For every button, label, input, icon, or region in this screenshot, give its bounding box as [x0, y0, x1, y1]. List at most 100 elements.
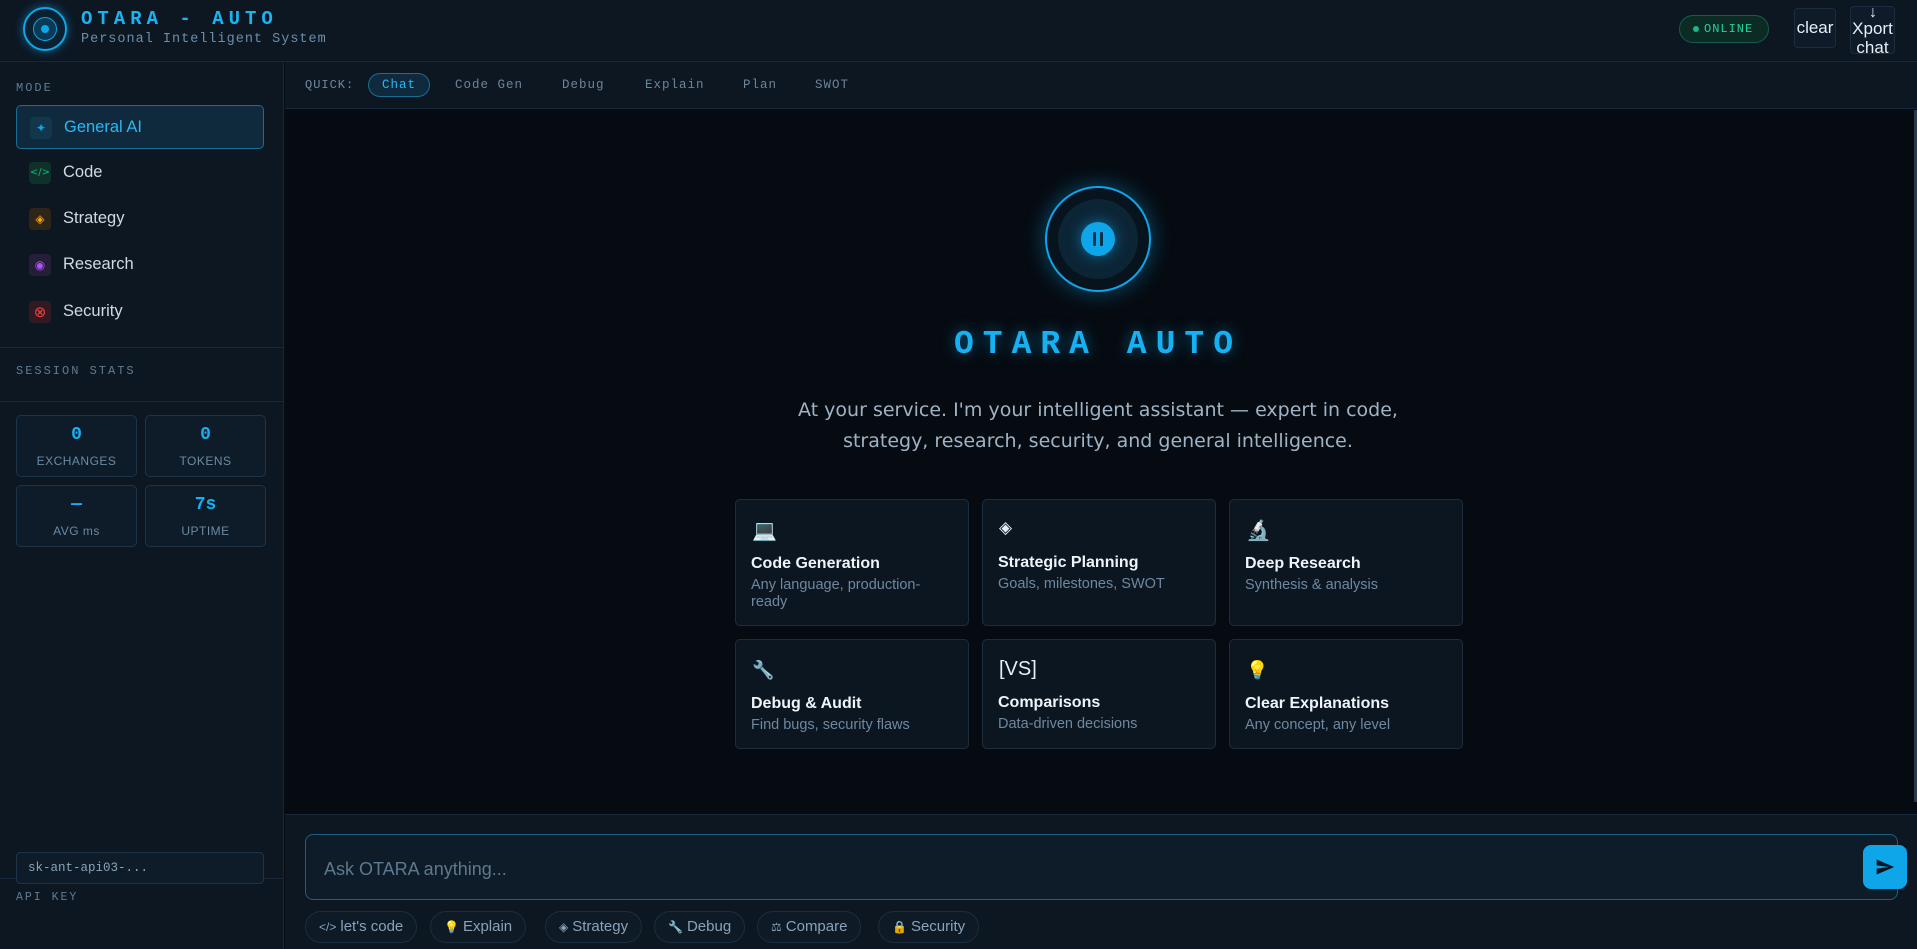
mode-item-research[interactable]: ◉ Research: [16, 243, 264, 287]
stat-tokens: 0 TOKENS: [145, 415, 266, 477]
lock-icon: 🔒: [892, 920, 907, 934]
tab-debug[interactable]: Debug: [548, 73, 619, 97]
chip-label: Security: [910, 918, 966, 935]
sparkle-icon: ✦: [30, 117, 52, 139]
card-description: Synthesis & analysis: [1245, 577, 1378, 593]
stat-value: 0: [71, 425, 82, 445]
mode-label: General AI: [64, 118, 142, 136]
card-description: Any language, production-ready: [751, 577, 921, 610]
tab-explain[interactable]: Explain: [631, 73, 719, 97]
mode-label: Code: [63, 163, 103, 181]
stat-avg-ms: — AVG ms: [16, 485, 137, 547]
lightbulb-icon: 💡: [1246, 660, 1269, 681]
stat-exchanges: 0 EXCHANGES: [16, 415, 137, 477]
chip-label: Explain: [462, 918, 513, 935]
sidebar: MODE ✦ General AI </> Code ◈ Strategy ◉ …: [0, 62, 284, 949]
stat-label: UPTIME: [181, 524, 230, 538]
chip-lets-code[interactable]: </> let's code: [305, 911, 418, 943]
vs-icon: [VS]: [999, 658, 1037, 680]
wrench-icon: 🔧: [668, 920, 683, 934]
chip-strategy[interactable]: ◈ Strategy: [545, 911, 643, 943]
card-title: Debug & Audit: [751, 695, 862, 712]
microscope-icon: 🔬: [1246, 518, 1271, 542]
chip-label: Compare: [785, 918, 848, 935]
mode-label: Security: [63, 302, 123, 320]
status-badge: ONLINE: [1679, 15, 1770, 43]
chip-debug[interactable]: 🔧 Debug: [654, 911, 746, 943]
mode-label: Strategy: [63, 209, 125, 227]
quick-bar: QUICK: Chat Code Gen Debug Explain Plan …: [285, 62, 1917, 109]
tab-chat[interactable]: Chat: [368, 73, 431, 97]
mode-item-general-ai[interactable]: ✦ General AI: [16, 105, 264, 149]
card-debug-audit[interactable]: 🔧 Debug & Audit Find bugs, security flaw…: [735, 639, 969, 749]
card-deep-research[interactable]: 🔬 Deep Research Synthesis & analysis: [1229, 499, 1463, 626]
divider: [0, 401, 284, 402]
card-strategic-planning[interactable]: ◈ Strategic Planning Goals, milestones, …: [982, 499, 1216, 626]
chip-security[interactable]: 🔒 Security: [878, 911, 980, 943]
chip-compare[interactable]: ⚖ Compare: [757, 911, 862, 943]
app-title: OTARA - AUTO: [81, 8, 278, 30]
stat-label: EXCHANGES: [36, 454, 117, 468]
chip-explain[interactable]: 💡 Explain: [430, 911, 527, 943]
quick-label: QUICK:: [305, 78, 355, 92]
tab-plan[interactable]: Plan: [729, 73, 791, 97]
stat-label: TOKENS: [179, 454, 232, 468]
stat-uptime: 7s UPTIME: [145, 485, 266, 547]
card-description: Goals, milestones, SWOT: [998, 576, 1165, 592]
mode-item-code[interactable]: </> Code: [16, 151, 264, 195]
card-title: Strategic Planning: [998, 554, 1139, 571]
top-header: OTARA - AUTO Personal Intelligent System…: [0, 0, 1917, 62]
card-title: Code Generation: [751, 555, 880, 572]
pause-orb-icon[interactable]: [1045, 186, 1151, 292]
wrench-icon: 🔧: [752, 660, 775, 681]
card-clear-explanations[interactable]: 💡 Clear Explanations Any concept, any le…: [1229, 639, 1463, 749]
stat-value: 7s: [194, 495, 217, 515]
mode-item-security[interactable]: ⊗ Security: [16, 290, 264, 334]
export-chat-button[interactable]: ↓ Xport chat: [1850, 4, 1895, 57]
export-chat-label: Xport chat: [1852, 19, 1893, 57]
chip-label: Strategy: [572, 918, 629, 935]
card-title: Deep Research: [1245, 555, 1361, 572]
chip-label: Debug: [686, 918, 732, 935]
mode-section-label: MODE: [16, 81, 53, 95]
diamond-icon: ◈: [559, 920, 569, 934]
stat-value: 0: [200, 425, 211, 445]
clear-button[interactable]: clear: [1794, 8, 1836, 48]
stats-section-label: SESSION STATS: [16, 364, 136, 378]
tab-code-gen[interactable]: Code Gen: [441, 73, 537, 97]
card-title: Comparisons: [998, 694, 1101, 711]
diamond-icon: ◈: [999, 518, 1013, 538]
card-code-generation[interactable]: 💻 Code Generation Any language, producti…: [735, 499, 969, 626]
welcome-description: At your service. I'm your intelligent as…: [798, 399, 1398, 452]
code-icon: </>: [319, 920, 337, 934]
logo-icon: [23, 7, 67, 51]
stat-value: —: [71, 495, 82, 515]
scales-icon: ⚖: [771, 920, 782, 934]
welcome-title: OTARA AUTO: [953, 326, 1243, 363]
diamond-icon: ◈: [29, 208, 51, 230]
mode-label: Research: [63, 255, 134, 273]
input-area: </>let's code 💡Explain ◈Strategy 🔧Debug …: [285, 814, 1917, 949]
api-key-label: API KEY: [16, 891, 79, 904]
message-input[interactable]: [324, 857, 1824, 881]
laptop-icon: 💻: [752, 518, 777, 542]
card-description: Any concept, any level: [1245, 717, 1391, 733]
stat-label: AVG ms: [53, 524, 100, 538]
send-icon: [1876, 859, 1895, 875]
divider: [0, 347, 284, 348]
lightbulb-icon: 💡: [444, 920, 459, 934]
card-comparisons[interactable]: [VS] Comparisons Data-driven decisions: [982, 639, 1216, 749]
card-description: Data-driven decisions: [998, 716, 1138, 732]
app-subtitle: Personal Intelligent System: [81, 32, 327, 47]
code-icon: </>: [29, 162, 51, 184]
mode-item-strategy[interactable]: ◈ Strategy: [16, 197, 264, 241]
chip-label: let's code: [340, 918, 404, 935]
message-input-box[interactable]: [305, 834, 1907, 900]
shield-icon: ⊗: [29, 301, 51, 323]
api-key-field[interactable]: sk-ant-api03-...: [16, 852, 264, 884]
card-description: Find bugs, security flaws: [751, 717, 910, 733]
target-icon: ◉: [29, 254, 51, 276]
card-title: Clear Explanations: [1245, 695, 1390, 712]
tab-swot[interactable]: SWOT: [801, 73, 863, 97]
send-button[interactable]: [1863, 845, 1907, 889]
